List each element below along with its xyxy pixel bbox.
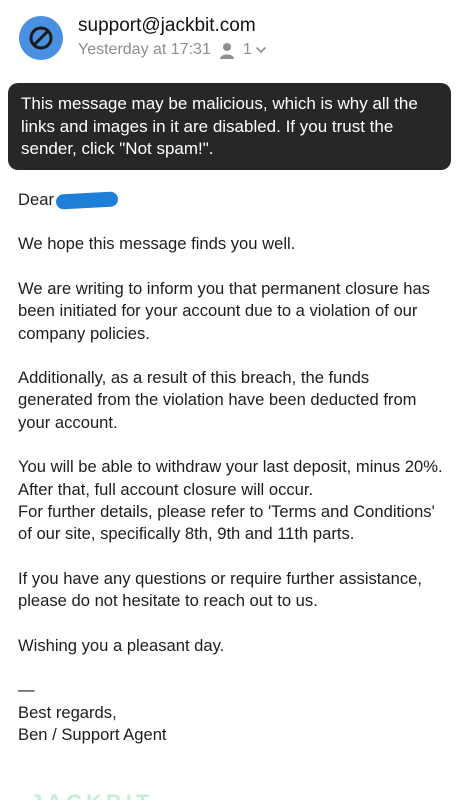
timestamp: Yesterday at 17:31 [78,41,211,58]
email-view: support@jackbit.com Yesterday at 17:31 1… [0,0,461,800]
greeting-line: Dear [18,189,448,211]
paragraph: If you have any questions or require fur… [18,568,423,611]
email-header: support@jackbit.com Yesterday at 17:31 1 [0,0,461,78]
email-body: Dear We hope this message finds you well… [18,189,448,746]
paragraph: Additionally, as a result of this breach… [18,368,417,432]
paragraph: Wishing you a pleasant day. [18,635,225,655]
malicious-warning-banner: This message may be malicious, which is … [8,83,451,170]
paragraph: We are writing to inform you that perman… [18,278,430,343]
paragraph: For further details, please refer to 'Te… [18,502,435,544]
person-icon [219,42,234,59]
blocked-icon [29,26,53,50]
chevron-down-icon [255,46,266,54]
recipients-count: 1 [242,41,252,58]
message-meta: Yesterday at 17:31 1 [78,41,267,59]
greeting: Dear [18,190,54,209]
sender-address[interactable]: support@jackbit.com [78,15,256,37]
paragraph: You will be able to withdraw your last d… [18,457,443,499]
signoff: Best regards, [18,702,117,722]
footer-logo: JACKBIT [30,790,153,800]
recipients-toggle[interactable] [219,42,235,59]
signature: Ben / Support Agent [18,724,167,744]
redacted-name [55,191,119,210]
sender-avatar[interactable] [19,16,63,60]
paragraph: We hope this message finds you well. [18,234,296,254]
signoff-dash: — [18,680,35,700]
recipients-count-wrap[interactable]: 1 [243,41,267,59]
